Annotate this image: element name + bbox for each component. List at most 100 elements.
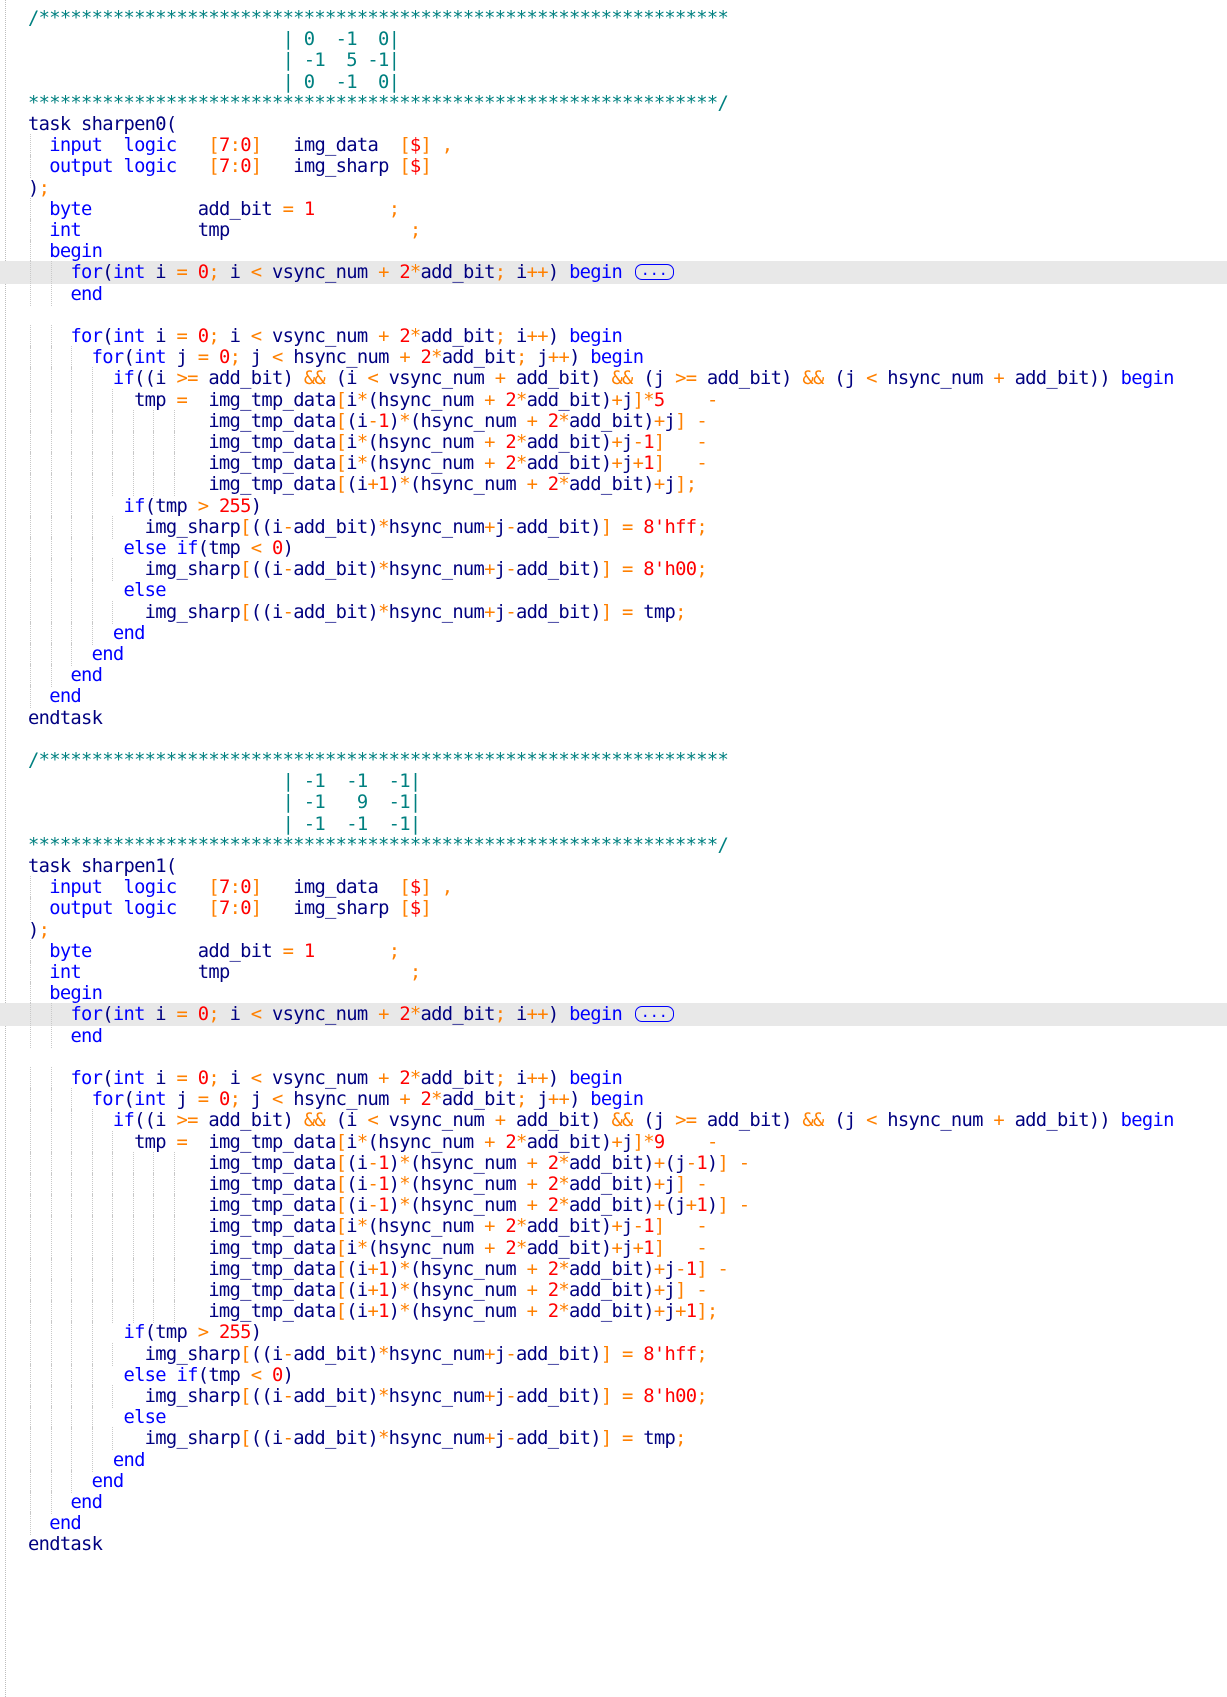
- code-line[interactable]: img_tmp_data[(i-1)*(hsync_num + 2*add_bi…: [0, 1173, 1227, 1196]
- code-line[interactable]: else: [0, 579, 1227, 603]
- code-line[interactable]: img_sharp[((i-add_bit)*hsync_num+j-add_b…: [0, 1427, 1227, 1451]
- code-line[interactable]: else if(tmp < 0): [0, 537, 1227, 560]
- code-line[interactable]: end: [0, 1024, 1227, 1048]
- code-token: [: [208, 135, 219, 157]
- code-line[interactable]: begin: [0, 240, 1227, 264]
- code-token: img_data: [261, 877, 400, 899]
- code-token: 7: [218, 135, 230, 157]
- code-line[interactable]: input logic [7:0] img_data [$] ,: [0, 876, 1227, 900]
- code-line[interactable]: img_tmp_data[(i-1)*(hsync_num + 2*add_bi…: [0, 1151, 1227, 1175]
- code-line[interactable]: if((i >= add_bit) && (i < vsync_num + ad…: [0, 1109, 1227, 1133]
- code-line[interactable]: img_tmp_data[i*(hsync_num + 2*add_bit)+j…: [0, 1215, 1227, 1239]
- code-line[interactable]: img_tmp_data[i*(hsync_num + 2*add_bit)+j…: [0, 1236, 1227, 1260]
- code-line[interactable]: for(int i = 0; i < vsync_num + 2*add_bit…: [0, 1003, 1227, 1027]
- code-line[interactable]: byte add_bit = 1 ;: [0, 197, 1227, 221]
- code-line[interactable]: endtask: [0, 1533, 1227, 1556]
- code-line[interactable]: for(int j = 0; j < hsync_num + 2*add_bit…: [0, 346, 1227, 370]
- code-token: 0: [197, 326, 209, 347]
- code-line[interactable]: | -1 9 -1|: [0, 791, 1227, 814]
- code-line[interactable]: img_tmp_data[i*(hsync_num + 2*add_bit)+j…: [0, 431, 1227, 454]
- code-editor[interactable]: /***************************************…: [0, 0, 1227, 1697]
- code-line[interactable]: | -1 -1 -1|: [0, 813, 1227, 836]
- code-line[interactable]: output logic [7:0] img_sharp [$]: [0, 155, 1227, 179]
- code-line[interactable]: | -1 -1 -1|: [0, 770, 1227, 793]
- code-token: ]: [675, 410, 686, 432]
- code-line[interactable]: int tmp ;: [0, 219, 1227, 242]
- code-line[interactable]: task sharpen0(: [0, 113, 1227, 136]
- code-line[interactable]: | 0 -1 0|: [0, 28, 1227, 51]
- code-line[interactable]: ****************************************…: [0, 92, 1227, 115]
- code-line[interactable]: if((i >= add_bit) && (i < vsync_num + ad…: [0, 367, 1227, 391]
- code-line[interactable]: img_tmp_data[(i-1)*(hsync_num + 2*add_bi…: [0, 1194, 1227, 1218]
- code-token: ++: [526, 326, 549, 347]
- code-line[interactable]: /***************************************…: [0, 749, 1227, 772]
- folded-code-ellipsis-icon[interactable]: ...: [634, 1004, 674, 1022]
- code-token: i: [218, 262, 251, 284]
- code-line[interactable]: end: [0, 1448, 1227, 1472]
- code-line[interactable]: end: [0, 643, 1227, 666]
- code-line[interactable]: int tmp ;: [0, 961, 1227, 984]
- code-token: <: [250, 538, 262, 559]
- code-line[interactable]: [0, 1046, 1227, 1069]
- code-token: img_tmp_data: [28, 432, 336, 453]
- code-line[interactable]: end: [0, 282, 1227, 306]
- code-line[interactable]: | -1 5 -1|: [0, 49, 1227, 72]
- code-line[interactable]: end: [0, 1469, 1227, 1493]
- code-token: -: [505, 516, 516, 538]
- code-line[interactable]: for(int i = 0; i < vsync_num + 2*add_bit…: [0, 325, 1227, 348]
- code-token: +: [399, 1089, 410, 1111]
- code-line[interactable]: else: [0, 1406, 1227, 1430]
- code-line[interactable]: img_sharp[((i-add_bit)*hsync_num+j-add_b…: [0, 1385, 1227, 1408]
- code-line[interactable]: end: [0, 664, 1227, 688]
- code-line[interactable]: img_tmp_data[i*(hsync_num + 2*add_bit)+j…: [0, 452, 1227, 476]
- code-line[interactable]: img_sharp[((i-add_bit)*hsync_num+j-add_b…: [0, 515, 1227, 539]
- code-text: byte add_bit = 1 ;: [28, 940, 400, 963]
- code-line[interactable]: begin: [0, 982, 1227, 1006]
- code-line[interactable]: end: [0, 1491, 1227, 1514]
- code-line[interactable]: img_sharp[((i-add_bit)*hsync_num+j-add_b…: [0, 558, 1227, 582]
- code-line[interactable]: for(int i = 0; i < vsync_num + 2*add_bit…: [0, 1067, 1227, 1090]
- code-line[interactable]: input logic [7:0] img_data [$] ,: [0, 134, 1227, 158]
- code-line[interactable]: byte add_bit = 1 ;: [0, 939, 1227, 963]
- code-line[interactable]: if(tmp > 255): [0, 494, 1227, 518]
- folded-code-ellipsis-icon[interactable]: ...: [634, 262, 674, 280]
- code-token: 2: [547, 410, 559, 432]
- code-line[interactable]: /***************************************…: [0, 7, 1227, 30]
- code-line[interactable]: output logic [7:0] img_sharp [$]: [0, 897, 1227, 921]
- code-token: 1: [643, 453, 654, 475]
- code-line[interactable]: if(tmp > 255): [0, 1321, 1227, 1345]
- code-line[interactable]: end: [0, 685, 1227, 709]
- code-token: *: [515, 432, 527, 453]
- code-line[interactable]: img_tmp_data[(i+1)*(hsync_num + 2*add_bi…: [0, 1279, 1227, 1302]
- code-token: +: [653, 1301, 665, 1323]
- code-line[interactable]: );: [0, 177, 1227, 200]
- code-token: add_bit)): [1003, 1110, 1121, 1132]
- code-line[interactable]: );: [0, 919, 1227, 942]
- code-line[interactable]: img_tmp_data[(i+1)*(hsync_num + 2*add_bi…: [0, 473, 1227, 497]
- code-line[interactable]: tmp = img_tmp_data[i*(hsync_num + 2*add_…: [0, 1130, 1227, 1154]
- code-token: /***************************************…: [28, 8, 729, 29]
- code-line[interactable]: [0, 728, 1227, 751]
- code-line[interactable]: img_sharp[((i-add_bit)*hsync_num+j-add_b…: [0, 600, 1227, 624]
- code-token: =: [282, 198, 294, 220]
- code-token: logic: [123, 898, 177, 920]
- code-line[interactable]: tmp = img_tmp_data[i*(hsync_num + 2*add_…: [0, 388, 1227, 412]
- code-line[interactable]: img_tmp_data[(i+1)*(hsync_num + 2*add_bi…: [0, 1257, 1227, 1281]
- code-token: *: [399, 1258, 410, 1280]
- code-line[interactable]: endtask: [0, 707, 1227, 730]
- code-token: (hsync_num: [409, 1195, 527, 1217]
- code-line[interactable]: else if(tmp < 0): [0, 1363, 1227, 1387]
- code-line[interactable]: task sharpen1(: [0, 855, 1227, 878]
- code-line[interactable]: for(int j = 0; j < hsync_num + 2*add_bit…: [0, 1088, 1227, 1112]
- code-line[interactable]: end: [0, 1512, 1227, 1536]
- code-line[interactable]: img_sharp[((i-add_bit)*hsync_num+j-add_b…: [0, 1342, 1227, 1366]
- code-line[interactable]: for(int i = 0; i < vsync_num + 2*add_bit…: [0, 261, 1227, 285]
- code-line[interactable]: img_tmp_data[(i-1)*(hsync_num + 2*add_bi…: [0, 409, 1227, 433]
- code-line[interactable]: | 0 -1 0|: [0, 71, 1227, 94]
- code-line[interactable]: end: [0, 621, 1227, 645]
- code-line[interactable]: ****************************************…: [0, 834, 1227, 857]
- code-line[interactable]: [0, 304, 1227, 327]
- code-line[interactable]: img_tmp_data[(i+1)*(hsync_num + 2*add_bi…: [0, 1300, 1227, 1324]
